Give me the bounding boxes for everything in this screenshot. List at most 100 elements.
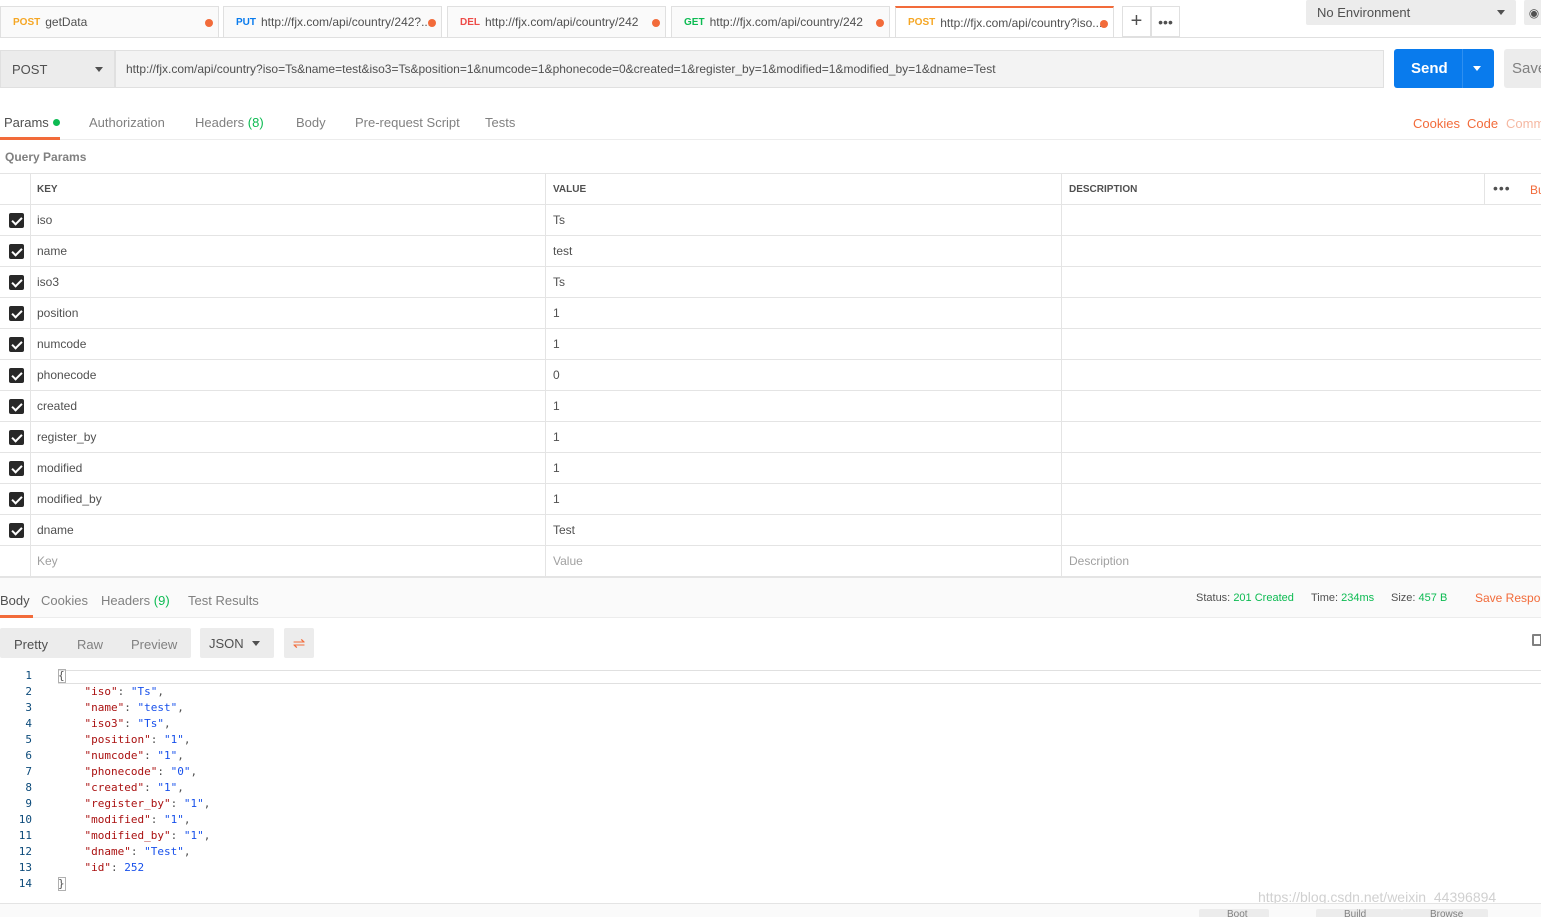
format-pretty[interactable]: Pretty	[14, 637, 48, 652]
environment-quick-look-button[interactable]: ◉	[1524, 0, 1541, 25]
param-key[interactable]: position	[31, 298, 546, 328]
param-value[interactable]: 0	[546, 360, 1062, 390]
param-description[interactable]	[1062, 267, 1541, 297]
checkbox-icon[interactable]	[9, 244, 24, 259]
tab-prerequest-script[interactable]: Pre-request Script	[355, 115, 460, 130]
format-preview[interactable]: Preview	[131, 637, 177, 652]
param-key[interactable]: numcode	[31, 329, 546, 359]
checkbox-icon[interactable]	[9, 430, 24, 445]
checkbox-icon[interactable]	[9, 492, 24, 507]
comments-link[interactable]: Comm	[1506, 116, 1541, 131]
save-response-button[interactable]: Save Respo	[1475, 591, 1540, 605]
param-value[interactable]: test	[546, 236, 1062, 266]
param-key[interactable]: name	[31, 236, 546, 266]
param-value[interactable]: 1	[546, 391, 1062, 421]
tab-tests[interactable]: Tests	[485, 115, 515, 130]
query-params-table: KEY VALUE DESCRIPTION ••• Bu isoTsnamete…	[0, 173, 1541, 577]
more-icon[interactable]: •••	[1493, 180, 1511, 196]
param-value[interactable]: Test	[546, 515, 1062, 545]
code-line: 3 "name": "test",	[0, 700, 1541, 716]
wrap-lines-button[interactable]: ⇌	[284, 628, 314, 658]
request-tab[interactable]: PUT http://fjx.com/api/country/242?...	[223, 6, 442, 37]
caret-down-icon[interactable]	[1473, 66, 1481, 71]
tab-test-results[interactable]: Test Results	[188, 593, 259, 608]
checkbox-icon[interactable]	[9, 337, 24, 352]
checkbox-cell	[0, 236, 31, 266]
active-tab-indicator	[0, 137, 60, 140]
code-link[interactable]: Code	[1467, 116, 1498, 131]
checkbox-icon[interactable]	[9, 523, 24, 538]
param-value[interactable]: 1	[546, 453, 1062, 483]
json-entry: "iso3": "Ts",	[84, 717, 171, 730]
param-value[interactable]: 1	[546, 484, 1062, 514]
param-description[interactable]	[1062, 236, 1541, 266]
param-description[interactable]	[1062, 484, 1541, 514]
request-tab[interactable]: DEL http://fjx.com/api/country/242	[447, 6, 666, 37]
param-description[interactable]	[1062, 453, 1541, 483]
code-line: 6 "numcode": "1",	[0, 748, 1541, 764]
param-value[interactable]: 1	[546, 298, 1062, 328]
param-key[interactable]: iso3	[31, 267, 546, 297]
browse-button[interactable]: Browse	[1402, 909, 1488, 917]
param-value[interactable]: 1	[546, 329, 1062, 359]
param-description[interactable]	[1062, 422, 1541, 452]
tab-params[interactable]: Params	[4, 115, 60, 130]
response-body-editor[interactable]: 1{2 "iso": "Ts", 3 "name": "test", 4 "iso3…	[0, 668, 1541, 904]
new-description-input[interactable]: Description	[1062, 546, 1541, 576]
new-value-input[interactable]: Value	[546, 546, 1062, 576]
bulk-edit-link[interactable]: Bu	[1530, 183, 1541, 197]
cookies-link[interactable]: Cookies	[1413, 116, 1460, 131]
checkbox-icon[interactable]	[9, 213, 24, 228]
param-key[interactable]: modified	[31, 453, 546, 483]
url-input[interactable]: http://fjx.com/api/country?iso=Ts&name=t…	[115, 50, 1384, 88]
tab-response-cookies[interactable]: Cookies	[41, 593, 88, 608]
param-key[interactable]: dname	[31, 515, 546, 545]
bootcamp-button[interactable]: Boot	[1199, 909, 1269, 917]
copy-icon[interactable]	[1532, 634, 1541, 646]
param-description[interactable]	[1062, 298, 1541, 328]
method-select[interactable]: POST	[0, 50, 115, 88]
param-key[interactable]: modified_by	[31, 484, 546, 514]
build-button[interactable]: Build	[1316, 909, 1402, 917]
tab-response-headers[interactable]: Headers (9)	[101, 593, 170, 608]
param-value[interactable]: Ts	[546, 267, 1062, 297]
param-value[interactable]: Ts	[546, 205, 1062, 235]
language-select[interactable]: JSON	[200, 628, 274, 658]
tab-method: POST	[908, 17, 936, 28]
param-value[interactable]: 1	[546, 422, 1062, 452]
param-key[interactable]: created	[31, 391, 546, 421]
format-raw[interactable]: Raw	[77, 637, 103, 652]
checkbox-icon[interactable]	[9, 275, 24, 290]
request-tab-active[interactable]: POST http://fjx.com/api/country?iso...	[895, 6, 1114, 37]
param-description[interactable]	[1062, 329, 1541, 359]
size-value: 457 B	[1418, 592, 1448, 604]
param-key[interactable]: register_by	[31, 422, 546, 452]
tab-headers[interactable]: Headers (8)	[195, 115, 264, 130]
param-description[interactable]	[1062, 360, 1541, 390]
json-entry: "modified_by": "1",	[84, 829, 211, 842]
response-time: Time: 234ms	[1311, 592, 1374, 604]
tab-options-button[interactable]: •••	[1151, 6, 1180, 37]
tab-authorization[interactable]: Authorization	[89, 115, 165, 130]
format-toggle: Pretty Raw Preview	[0, 628, 191, 658]
checkbox-icon[interactable]	[9, 306, 24, 321]
param-description[interactable]	[1062, 205, 1541, 235]
table-header: KEY VALUE DESCRIPTION ••• Bu	[0, 173, 1541, 205]
environment-select[interactable]: No Environment	[1306, 0, 1516, 25]
tab-method: GET	[684, 16, 705, 28]
param-key[interactable]: iso	[31, 205, 546, 235]
send-button[interactable]: Send	[1394, 49, 1494, 88]
checkbox-icon[interactable]	[9, 399, 24, 414]
checkbox-icon[interactable]	[9, 368, 24, 383]
save-button[interactable]: Save	[1504, 49, 1541, 88]
tab-body[interactable]: Body	[296, 115, 326, 130]
new-tab-button[interactable]: +	[1122, 6, 1151, 37]
request-tab[interactable]: GET http://fjx.com/api/country/242	[671, 6, 890, 37]
param-key[interactable]: phonecode	[31, 360, 546, 390]
request-tab[interactable]: POST getData	[0, 6, 219, 37]
param-description[interactable]	[1062, 515, 1541, 545]
tab-response-body[interactable]: Body	[0, 593, 30, 608]
param-description[interactable]	[1062, 391, 1541, 421]
new-key-input[interactable]: Key	[31, 546, 546, 576]
checkbox-icon[interactable]	[9, 461, 24, 476]
